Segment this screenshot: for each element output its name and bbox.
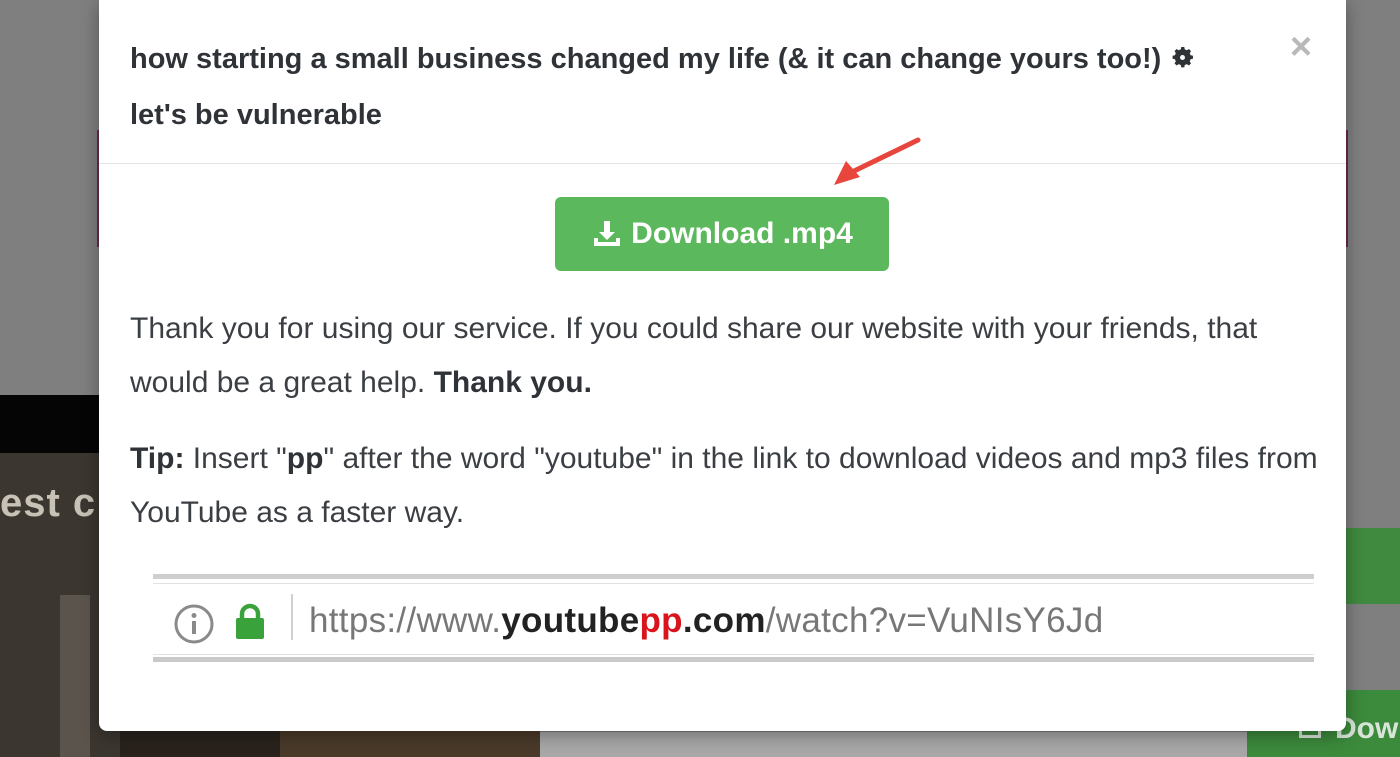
cog-icon (1169, 36, 1196, 89)
url-bar-border (153, 654, 1314, 655)
example-url: https://www.youtubepp.com/watch?v=VuNIsY… (309, 600, 1104, 642)
url-bar-separator (291, 594, 293, 640)
download-icon (591, 218, 623, 250)
info-icon (173, 603, 215, 650)
url-tld: .com (682, 601, 766, 640)
download-mp4-button[interactable]: Download .mp4 (555, 197, 889, 271)
close-button[interactable]: × (1286, 28, 1316, 66)
modal-header: how starting a small business changed my… (99, 0, 1346, 164)
url-path: /watch?v=VuNIsY6Jd (765, 601, 1104, 640)
red-arrow-annotation (834, 137, 921, 185)
tip-text-part1: Insert " (192, 442, 287, 475)
background-table-strip (540, 732, 1250, 757)
background-green-panel (1346, 528, 1400, 604)
url-bar-example: https://www.youtubepp.com/watch?v=VuNIsY… (153, 574, 1314, 666)
tip-keyword: pp (286, 442, 324, 475)
url-bar-border (153, 583, 1314, 584)
url-inserted-pp: pp (639, 601, 683, 640)
video-scene-part (60, 595, 90, 757)
download-modal: how starting a small business changed my… (99, 0, 1346, 731)
url-prefix: https://www. (309, 601, 502, 640)
video-caption: est c (0, 481, 97, 525)
message-text: Thank you for using our service. If you … (130, 312, 1258, 399)
thank-you-message: Thank you for using our service. If you … (130, 302, 1320, 410)
url-bar-border (153, 657, 1314, 662)
message-bold: Thank you. (433, 366, 592, 399)
download-button-label: Download .mp4 (631, 217, 853, 250)
tip-paragraph: Tip: Insert "pp" after the word "youtube… (130, 432, 1320, 540)
video-title: how starting a small business changed my… (130, 43, 1162, 75)
modal-title: how starting a small business changed my… (130, 33, 1280, 142)
url-domain: youtube (501, 601, 640, 640)
lock-icon (233, 602, 267, 647)
tip-label: Tip: (130, 442, 185, 475)
url-bar-border (153, 574, 1314, 579)
video-subtitle: let's be vulnerable (130, 99, 382, 131)
